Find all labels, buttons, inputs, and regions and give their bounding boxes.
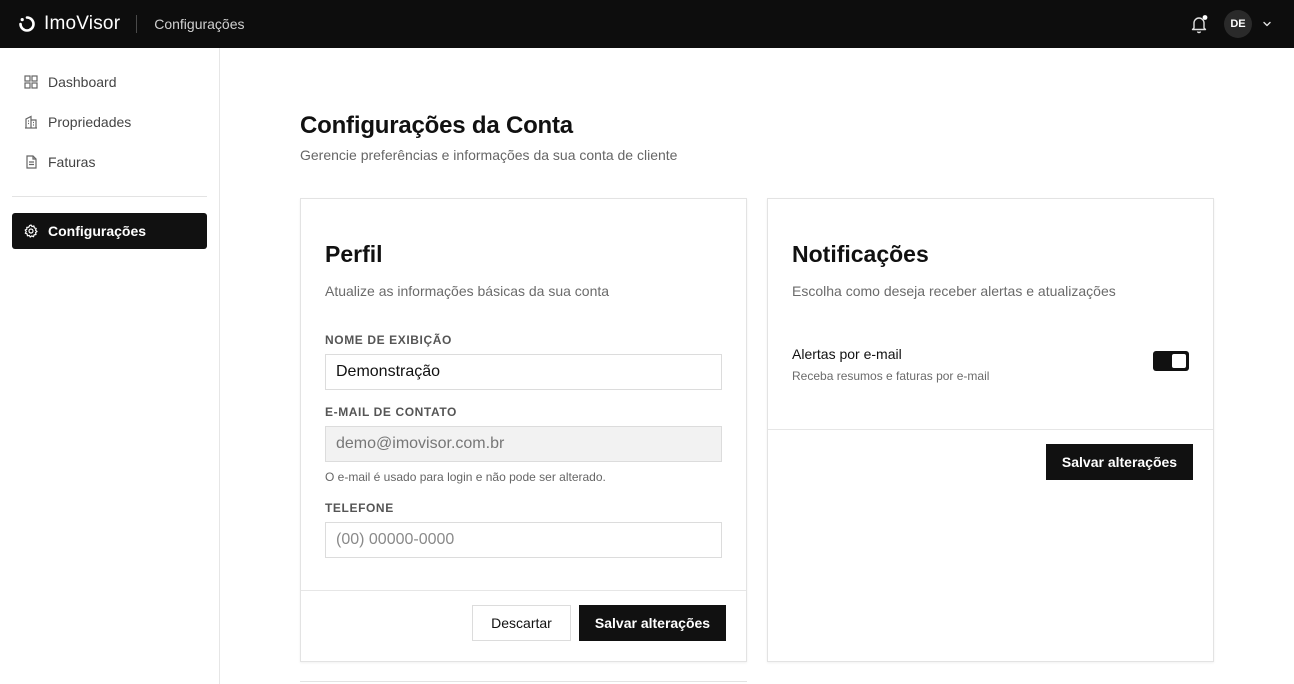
brand-name: ImoVisor bbox=[44, 13, 121, 34]
topbar-divider bbox=[136, 15, 138, 33]
save-notifications-button[interactable]: Salvar alterações bbox=[1046, 444, 1193, 480]
notifications-footer-divider bbox=[768, 429, 1213, 430]
sidebar: Dashboard Propriedades Faturas Configura… bbox=[0, 48, 220, 684]
page-title: Configurações da Conta bbox=[300, 112, 573, 139]
sidebar-item-dashboard[interactable]: Dashboard bbox=[12, 64, 207, 100]
sidebar-item-faturas[interactable]: Faturas bbox=[12, 144, 207, 180]
email-alerts-description: Receba resumos e faturas por e-mail bbox=[792, 369, 990, 383]
profile-title: Perfil bbox=[325, 241, 383, 267]
sidebar-item-label: Propriedades bbox=[48, 114, 132, 130]
logo-icon bbox=[19, 16, 35, 32]
toggle-knob bbox=[1172, 354, 1186, 368]
user-avatar[interactable]: DE bbox=[1224, 10, 1252, 38]
display-name-label: NOME DE EXIBIÇÃO bbox=[325, 333, 452, 347]
notifications-button[interactable] bbox=[1188, 13, 1210, 35]
building-icon bbox=[24, 115, 38, 129]
discard-button[interactable]: Descartar bbox=[472, 605, 571, 641]
chevron-down-icon bbox=[1263, 21, 1271, 27]
display-name-input[interactable] bbox=[325, 354, 722, 390]
sidebar-item-configuracoes[interactable]: Configurações bbox=[12, 213, 207, 249]
notifications-card: Notificações Escolha como deseja receber… bbox=[767, 198, 1214, 662]
user-menu-toggle[interactable] bbox=[1261, 17, 1273, 29]
document-icon bbox=[24, 155, 38, 169]
email-alerts-label: Alertas por e-mail bbox=[792, 346, 902, 362]
phone-label: TELEFONE bbox=[325, 501, 394, 515]
bell-icon bbox=[1191, 15, 1208, 34]
contact-email-label: E-MAIL DE CONTATO bbox=[325, 405, 457, 419]
email-alerts-toggle[interactable] bbox=[1153, 351, 1189, 371]
notifications-title: Notificações bbox=[792, 241, 929, 267]
logo[interactable]: ImoVisor bbox=[19, 13, 120, 35]
sidebar-item-propriedades[interactable]: Propriedades bbox=[12, 104, 207, 140]
profile-card: Perfil Atualize as informações básicas d… bbox=[300, 198, 747, 662]
sidebar-item-label: Faturas bbox=[48, 154, 96, 170]
grid-icon bbox=[24, 75, 38, 89]
page-subtitle: Gerencie preferências e informações da s… bbox=[300, 147, 678, 163]
sidebar-item-label: Configurações bbox=[48, 223, 147, 239]
sidebar-divider bbox=[12, 196, 207, 197]
profile-subtitle: Atualize as informações básicas da sua c… bbox=[325, 283, 610, 299]
user-initials: DE bbox=[1230, 18, 1246, 30]
email-hint: O e-mail é usado para login e não pode s… bbox=[325, 470, 606, 484]
top-bar: ImoVisor Configurações DE bbox=[0, 0, 1294, 48]
gear-icon bbox=[24, 224, 38, 238]
save-profile-button[interactable]: Salvar alterações bbox=[579, 605, 726, 641]
notifications-subtitle: Escolha como deseja receber alertas e at… bbox=[792, 283, 1116, 299]
profile-footer-divider bbox=[301, 590, 746, 591]
current-section: Configurações bbox=[154, 16, 245, 32]
phone-input[interactable] bbox=[325, 522, 722, 558]
sidebar-item-label: Dashboard bbox=[48, 74, 117, 90]
contact-email-input bbox=[325, 426, 722, 462]
